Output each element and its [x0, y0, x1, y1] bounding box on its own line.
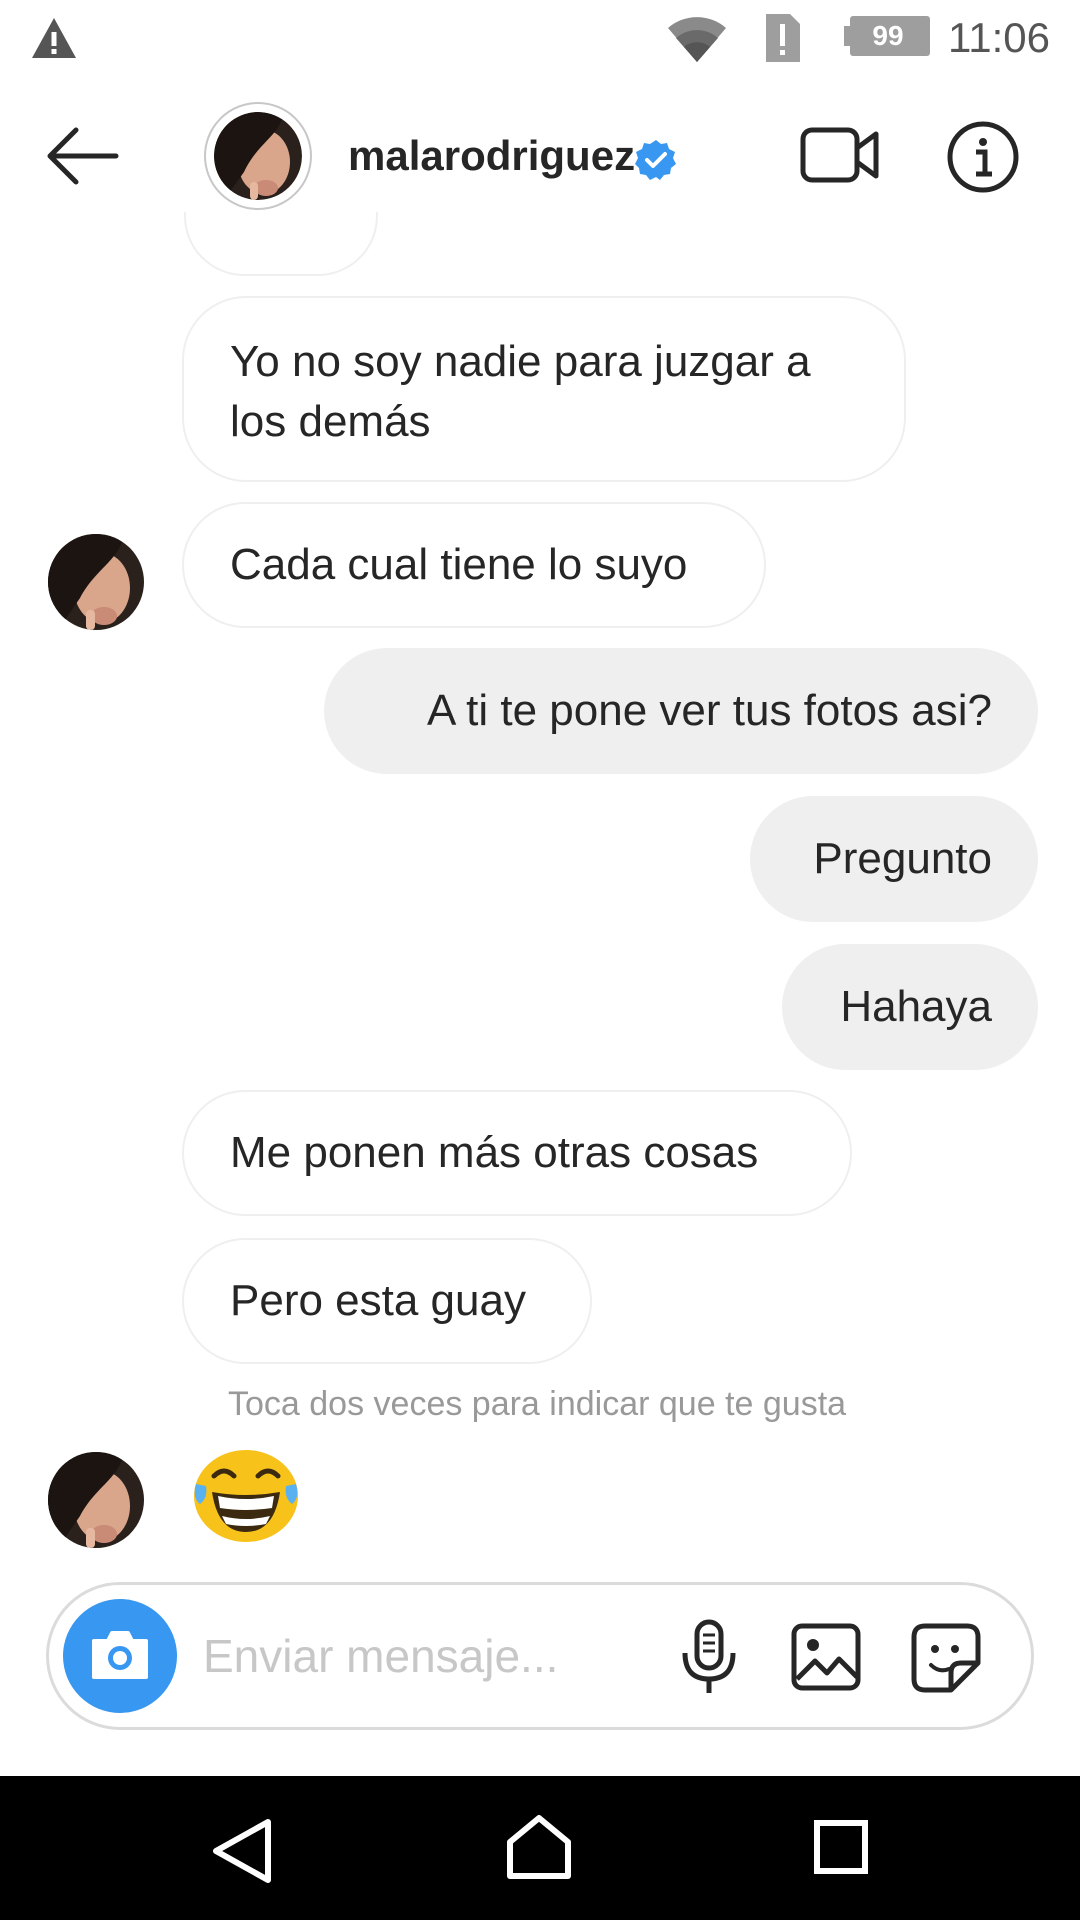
previous-bubble-edge [184, 212, 378, 276]
sender-avatar[interactable] [48, 1452, 144, 1548]
message-composer [46, 1582, 1034, 1730]
message-bubble[interactable]: Hahaya [782, 944, 1038, 1070]
dm-thread-screen: 99 % 11:06 malarodriguez Yo no soy nadie… [0, 0, 1080, 1920]
sticker-icon[interactable] [911, 1623, 981, 1693]
message-bubble[interactable]: Pregunto [750, 796, 1038, 922]
profile-photo [214, 112, 302, 200]
nav-recents-icon[interactable] [814, 1820, 868, 1874]
verified-badge-icon [635, 140, 676, 180]
message-bubble[interactable]: A ti te pone ver tus fotos asi? [324, 648, 1038, 774]
video-call-icon[interactable] [800, 120, 880, 190]
message-bubble[interactable]: Me ponen más otras cosas [182, 1090, 852, 1216]
thread-header: malarodriguez [0, 76, 1080, 236]
nav-home-icon[interactable] [504, 1812, 574, 1882]
microphone-icon[interactable] [679, 1619, 739, 1697]
camera-icon [92, 1631, 148, 1679]
wifi-icon [668, 17, 726, 62]
gallery-icon[interactable] [791, 1623, 861, 1691]
camera-button[interactable] [63, 1599, 177, 1713]
message-bubble[interactable]: Pero esta guay [182, 1238, 592, 1364]
nav-back-icon[interactable] [210, 1816, 274, 1886]
info-icon[interactable] [946, 120, 1020, 194]
back-arrow-icon[interactable] [44, 124, 120, 188]
battery-level: 99 % [872, 20, 904, 87]
double-tap-hint: Toca dos veces para indicar que te gusta [228, 1385, 847, 1423]
system-nav-bar [0, 1776, 1080, 1920]
username[interactable]: malarodriguez [348, 126, 635, 186]
warning-icon [32, 18, 76, 58]
tears-of-joy-emoji-icon[interactable] [192, 1448, 300, 1544]
message-input[interactable] [203, 1621, 683, 1691]
sender-avatar[interactable] [48, 534, 144, 630]
message-bubble[interactable]: Cada cual tiene lo suyo [182, 502, 766, 628]
clock: 11:06 [948, 14, 1050, 61]
avatar[interactable] [204, 102, 312, 210]
message-bubble[interactable]: Yo no soy nadie para juzgar a los demás [182, 296, 906, 482]
sim-alert-icon [766, 14, 800, 62]
status-bar: 99 % 11:06 [0, 0, 1080, 87]
